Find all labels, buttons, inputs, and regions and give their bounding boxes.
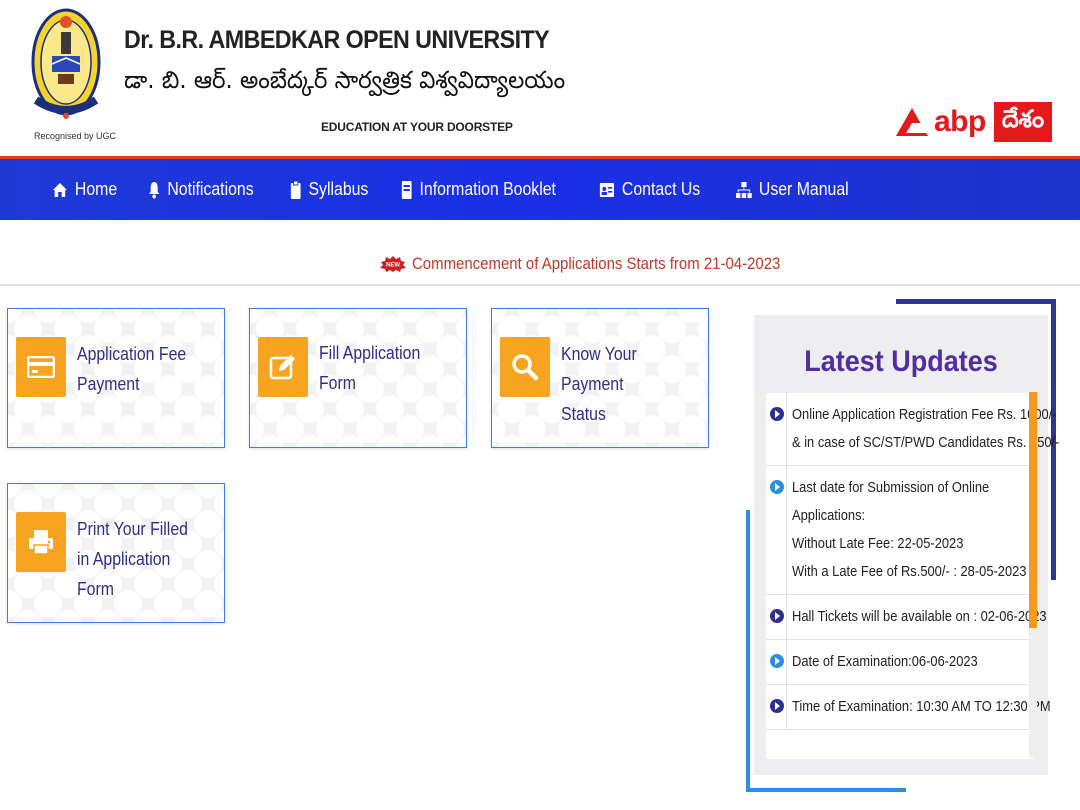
nav-item-user-manual[interactable]: User Manual (736, 179, 849, 200)
main-navigation: Home Notifications Syllabus Information … (0, 156, 1080, 220)
nav-label: Notifications (167, 179, 254, 199)
printer-icon (16, 512, 66, 572)
abp-desam-logo: abp దేశం (896, 102, 1053, 142)
nav-item-notifications[interactable]: Notifications (148, 179, 254, 200)
desam-brand-text: దేశం (993, 102, 1053, 142)
nav-item-contact-us[interactable]: Contact Us (599, 179, 700, 200)
nav-label: Syllabus (308, 179, 369, 199)
updates-frame-accent (746, 510, 750, 792)
latest-updates-title: Latest Updates (804, 345, 998, 378)
nav-item-syllabus[interactable]: Syllabus (290, 179, 368, 200)
bell-icon (148, 181, 160, 198)
arrow-circle-icon (770, 407, 784, 421)
contact-card-icon (600, 182, 615, 197)
new-badge-text: NEW (386, 263, 400, 269)
new-badge-icon: NEW (380, 256, 406, 272)
arrow-circle-icon (770, 480, 784, 494)
arrow-circle-icon (770, 654, 784, 668)
announcement-text[interactable]: Commencement of Applications Starts from… (412, 254, 780, 274)
updates-list[interactable]: Online Application Registration Fee Rs. … (766, 393, 1059, 759)
section-divider (0, 284, 1080, 286)
update-line: Applications: (792, 507, 866, 524)
card-label: Application Fee Payment (77, 344, 187, 394)
abp-brand-text: abp (934, 105, 986, 138)
update-line: Last date for Submission of Online (792, 479, 990, 496)
update-line: With a Late Fee of Rs.500/- : 28-05-2023 (792, 563, 1027, 580)
update-line: Without Late Fee: 22-05-2023 (792, 535, 964, 552)
update-item[interactable]: Last date for Submission of Online Appli… (766, 466, 1034, 595)
update-line: Time of Examination: 10:30 AM TO 12:30 P… (792, 698, 1051, 715)
university-name-telugu: డా. బి. ఆర్. అంబేద్కర్ సార్వత్రిక విశ్వవ… (124, 66, 566, 94)
sitemap-icon (736, 181, 753, 198)
update-line: Online Application Registration Fee Rs. … (792, 406, 1057, 423)
application-fee-payment-card[interactable]: Application Fee Payment (7, 308, 225, 448)
know-payment-status-card[interactable]: Know Your Payment Status (491, 308, 709, 448)
update-item[interactable]: Date of Examination:06-06-2023 (766, 640, 1034, 685)
updates-frame-accent (896, 299, 1056, 304)
arrow-circle-icon (770, 609, 784, 623)
updates-scrollbar[interactable] (1029, 392, 1037, 758)
book-icon (401, 180, 412, 199)
university-logo[interactable] (30, 4, 102, 124)
update-line: & in case of SC/ST/PWD Candidates Rs. 75… (792, 434, 1060, 451)
edit-icon (258, 337, 308, 397)
update-line: Date of Examination:06-06-2023 (792, 653, 978, 670)
update-item[interactable]: Time of Examination: 10:30 AM TO 12:30 P… (766, 685, 1051, 730)
home-icon (52, 182, 67, 197)
nav-label: User Manual (759, 179, 849, 199)
card-label: Print Your Filled in Application Form (77, 519, 188, 599)
credit-card-icon (16, 337, 66, 397)
nav-label: Information Booklet (419, 179, 557, 199)
update-line: Hall Tickets will be available on : 02-0… (792, 608, 1047, 625)
latest-updates-panel: Latest Updates Online Application Regist… (754, 315, 1059, 775)
update-item[interactable]: Hall Tickets will be available on : 02-0… (766, 595, 1047, 640)
site-header: Recognised by UGC Dr. B.R. AMBEDKAR OPEN… (0, 0, 1080, 156)
updates-frame-accent (746, 788, 906, 792)
card-label: Know Your Payment Status (561, 344, 637, 424)
search-icon (500, 337, 550, 397)
tagline: EDUCATION AT YOUR DOORSTEP (321, 120, 513, 134)
card-label: Fill Application Form (319, 343, 421, 393)
university-name-english: Dr. B.R. AMBEDKAR OPEN UNIVERSITY (124, 26, 550, 54)
clipboard-icon (290, 180, 301, 199)
nav-item-information-booklet[interactable]: Information Booklet (401, 179, 556, 200)
arrow-circle-icon (770, 699, 784, 713)
ugc-recognition-text: Recognised by UGC (34, 131, 117, 141)
nav-label: Home (74, 179, 118, 199)
fill-application-form-card[interactable]: Fill Application Form (249, 308, 467, 448)
nav-label: Contact Us (622, 179, 701, 199)
print-application-form-card[interactable]: Print Your Filled in Application Form (7, 483, 225, 623)
scrollbar-thumb[interactable] (1029, 392, 1037, 628)
abp-triangle-icon (896, 108, 930, 136)
nav-item-home[interactable]: Home (52, 179, 117, 200)
update-item[interactable]: Online Application Registration Fee Rs. … (766, 393, 1059, 466)
